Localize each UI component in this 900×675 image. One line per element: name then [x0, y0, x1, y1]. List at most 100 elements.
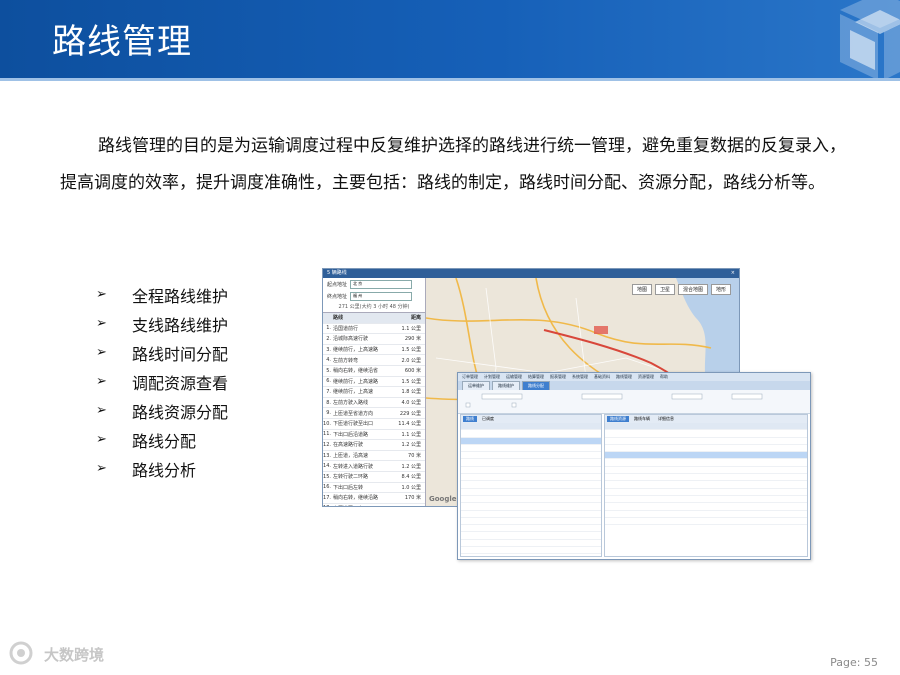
row-distance: 290 米 [404, 336, 421, 343]
row-distance: 1.2 公里 [401, 442, 421, 449]
row-distance: 8.4 公里 [401, 474, 421, 481]
tab-route-assign[interactable]: 路线分配 [522, 381, 550, 390]
row-instruction: 继续前行，上高速路 [333, 347, 379, 354]
table-row[interactable]: 10. 下匝道行驶至出口 11.4 公里 [323, 419, 425, 430]
intro-paragraph: 路线管理的目的是为运输调度过程中反复维护选择的路线进行统一管理，避免重复数据的反… [60, 136, 846, 193]
menu-item[interactable]: 订单管理 [462, 374, 478, 380]
hybrid-button[interactable]: 混合地图 [677, 284, 708, 295]
watermark-swirl-icon [9, 641, 33, 665]
table-row[interactable]: 3. 继续前行，上高速路 1.5 公里 [323, 345, 425, 356]
table-row[interactable]: 12. 在高速路行驶 1.2 公里 [323, 440, 425, 451]
table-row[interactable] [461, 503, 601, 511]
table-row[interactable]: 16. 下出口后左转 1.0 公里 [323, 483, 425, 494]
row-number: 14. [323, 463, 331, 470]
slide-header: 路线管理 [0, 0, 900, 78]
menu-item[interactable]: 系统管理 [572, 374, 588, 380]
destination-input[interactable] [350, 291, 413, 301]
table-row[interactable]: 9. 上匝道至省道方向 229 公里 [323, 408, 425, 419]
table-row[interactable] [605, 452, 807, 460]
window-titlebar: 5 辆路线 × [323, 269, 739, 278]
table-row[interactable] [605, 518, 807, 526]
row-distance: 1.5 公里 [401, 378, 421, 385]
row-distance: 1.2 公里 [401, 463, 421, 470]
menu-item[interactable]: 计划管理 [484, 374, 500, 380]
table-row[interactable] [461, 452, 601, 460]
table-row[interactable]: 1. 沿国道前行 1.1 公里 [323, 324, 425, 335]
menu-item[interactable]: 结算管理 [528, 374, 544, 380]
row-instruction: 继续前行，上高速 [333, 389, 374, 396]
table-row[interactable] [605, 481, 807, 489]
table-row[interactable] [461, 459, 601, 467]
terrain-button[interactable]: 地形 [710, 284, 731, 295]
table-row[interactable]: 2. 沿城际高速行驶 290 米 [323, 334, 425, 345]
row-instruction: 左转行驶二环路 [333, 474, 369, 481]
origin-input[interactable] [350, 279, 413, 289]
menu-item[interactable]: 路线管理 [616, 374, 632, 380]
route-table: 路线 距离 1. 沿国道前行 1.1 公里 2. 沿城际高速行驶 290 米 3. 继续前行，… [323, 312, 425, 506]
table-row[interactable] [605, 503, 807, 511]
filter-controls[interactable] [462, 392, 802, 410]
satellite-button[interactable]: 卫星 [654, 284, 675, 295]
table-row[interactable] [461, 445, 601, 453]
table-row[interactable]: 8. 左前方驶入路线 4.0 公里 [323, 398, 425, 409]
resource-grid [605, 423, 807, 526]
route-tree-panel: 路线 已调度 [460, 414, 602, 557]
table-row[interactable]: 7. 继续前行，上高速 1.8 公里 [323, 387, 425, 398]
right-subtabs: 路线资源 路线车辆 详细信息 [605, 415, 807, 423]
table-row[interactable] [461, 547, 601, 555]
row-instruction: 下出口后沿道路 [333, 431, 369, 438]
table-row[interactable]: 15. 左转行驶二环路 8.4 公里 [323, 472, 425, 483]
table-row[interactable]: 18.上匝道至下出口1.7 公里 [323, 504, 425, 506]
table-row[interactable] [461, 518, 601, 526]
table-row[interactable] [605, 459, 807, 467]
table-row[interactable] [461, 496, 601, 504]
row-distance: 1.5 公里 [401, 347, 421, 354]
table-row[interactable] [461, 511, 601, 518]
table-row[interactable] [605, 430, 807, 438]
row-instruction: 沿城际高速行驶 [333, 336, 369, 343]
table-row[interactable] [605, 467, 807, 475]
table-row[interactable] [461, 532, 601, 540]
menu-item[interactable]: 帮助 [660, 374, 668, 380]
table-row[interactable]: 17. 稍向右转，继续沿路 170 米 [323, 493, 425, 504]
table-row[interactable] [461, 525, 601, 533]
table-row[interactable]: 5. 稍向右转，继续沿省 600 米 [323, 366, 425, 377]
subtab-dispatched[interactable]: 已调度 [479, 416, 497, 422]
subtab-route[interactable]: 路线 [463, 416, 477, 422]
table-row[interactable] [461, 540, 601, 548]
tab-waybill[interactable]: 运单维护 [462, 381, 490, 390]
menu-item[interactable]: 运输管理 [506, 374, 522, 380]
table-row[interactable] [461, 467, 601, 475]
table-row[interactable]: 13. 上匝道，沿高速 70 米 [323, 451, 425, 462]
subtab-route-resource[interactable]: 路线资源 [607, 416, 629, 422]
table-row[interactable] [605, 474, 807, 482]
filter-bar [458, 390, 810, 414]
table-row[interactable] [461, 481, 601, 489]
row-instruction: 左前方转弯 [333, 357, 359, 364]
table-row[interactable] [461, 489, 601, 496]
tab-route-maintain[interactable]: 路线维护 [492, 381, 520, 390]
table-row[interactable] [605, 511, 807, 518]
table-row[interactable]: 4. 左前方转弯 2.0 公里 [323, 355, 425, 366]
menu-item[interactable]: 基础资料 [594, 374, 610, 380]
table-row[interactable] [605, 489, 807, 496]
table-row[interactable] [461, 474, 601, 482]
subtab-route-vehicle[interactable]: 路线车辆 [631, 416, 653, 422]
tab-bar: 运单维护 路线维护 路线分配 [458, 381, 810, 390]
menu-item[interactable]: 资源管理 [638, 374, 654, 380]
table-row[interactable] [461, 554, 601, 559]
table-row[interactable] [605, 445, 807, 453]
table-row[interactable] [605, 496, 807, 504]
close-icon[interactable]: × [731, 269, 735, 278]
table-row[interactable] [461, 437, 601, 445]
map-button[interactable]: 地图 [631, 284, 652, 295]
table-row[interactable]: 11. 下出口后沿道路 1.1 公里 [323, 430, 425, 441]
table-row[interactable]: 6. 继续前行，上高速路 1.5 公里 [323, 377, 425, 388]
menu-item[interactable]: 报表管理 [550, 374, 566, 380]
table-row[interactable] [461, 430, 601, 438]
subtab-details[interactable]: 详细信息 [655, 416, 677, 422]
row-instruction: 下匝道行驶至出口 [333, 421, 374, 428]
route-directions-panel: 起点地址 终点地址 271 公里(大约 3 小时 48 分钟) 路线 距离 1.… [323, 278, 426, 506]
table-row[interactable] [605, 438, 807, 445]
table-row[interactable]: 14. 左转进入道路行驶 1.2 公里 [323, 461, 425, 472]
